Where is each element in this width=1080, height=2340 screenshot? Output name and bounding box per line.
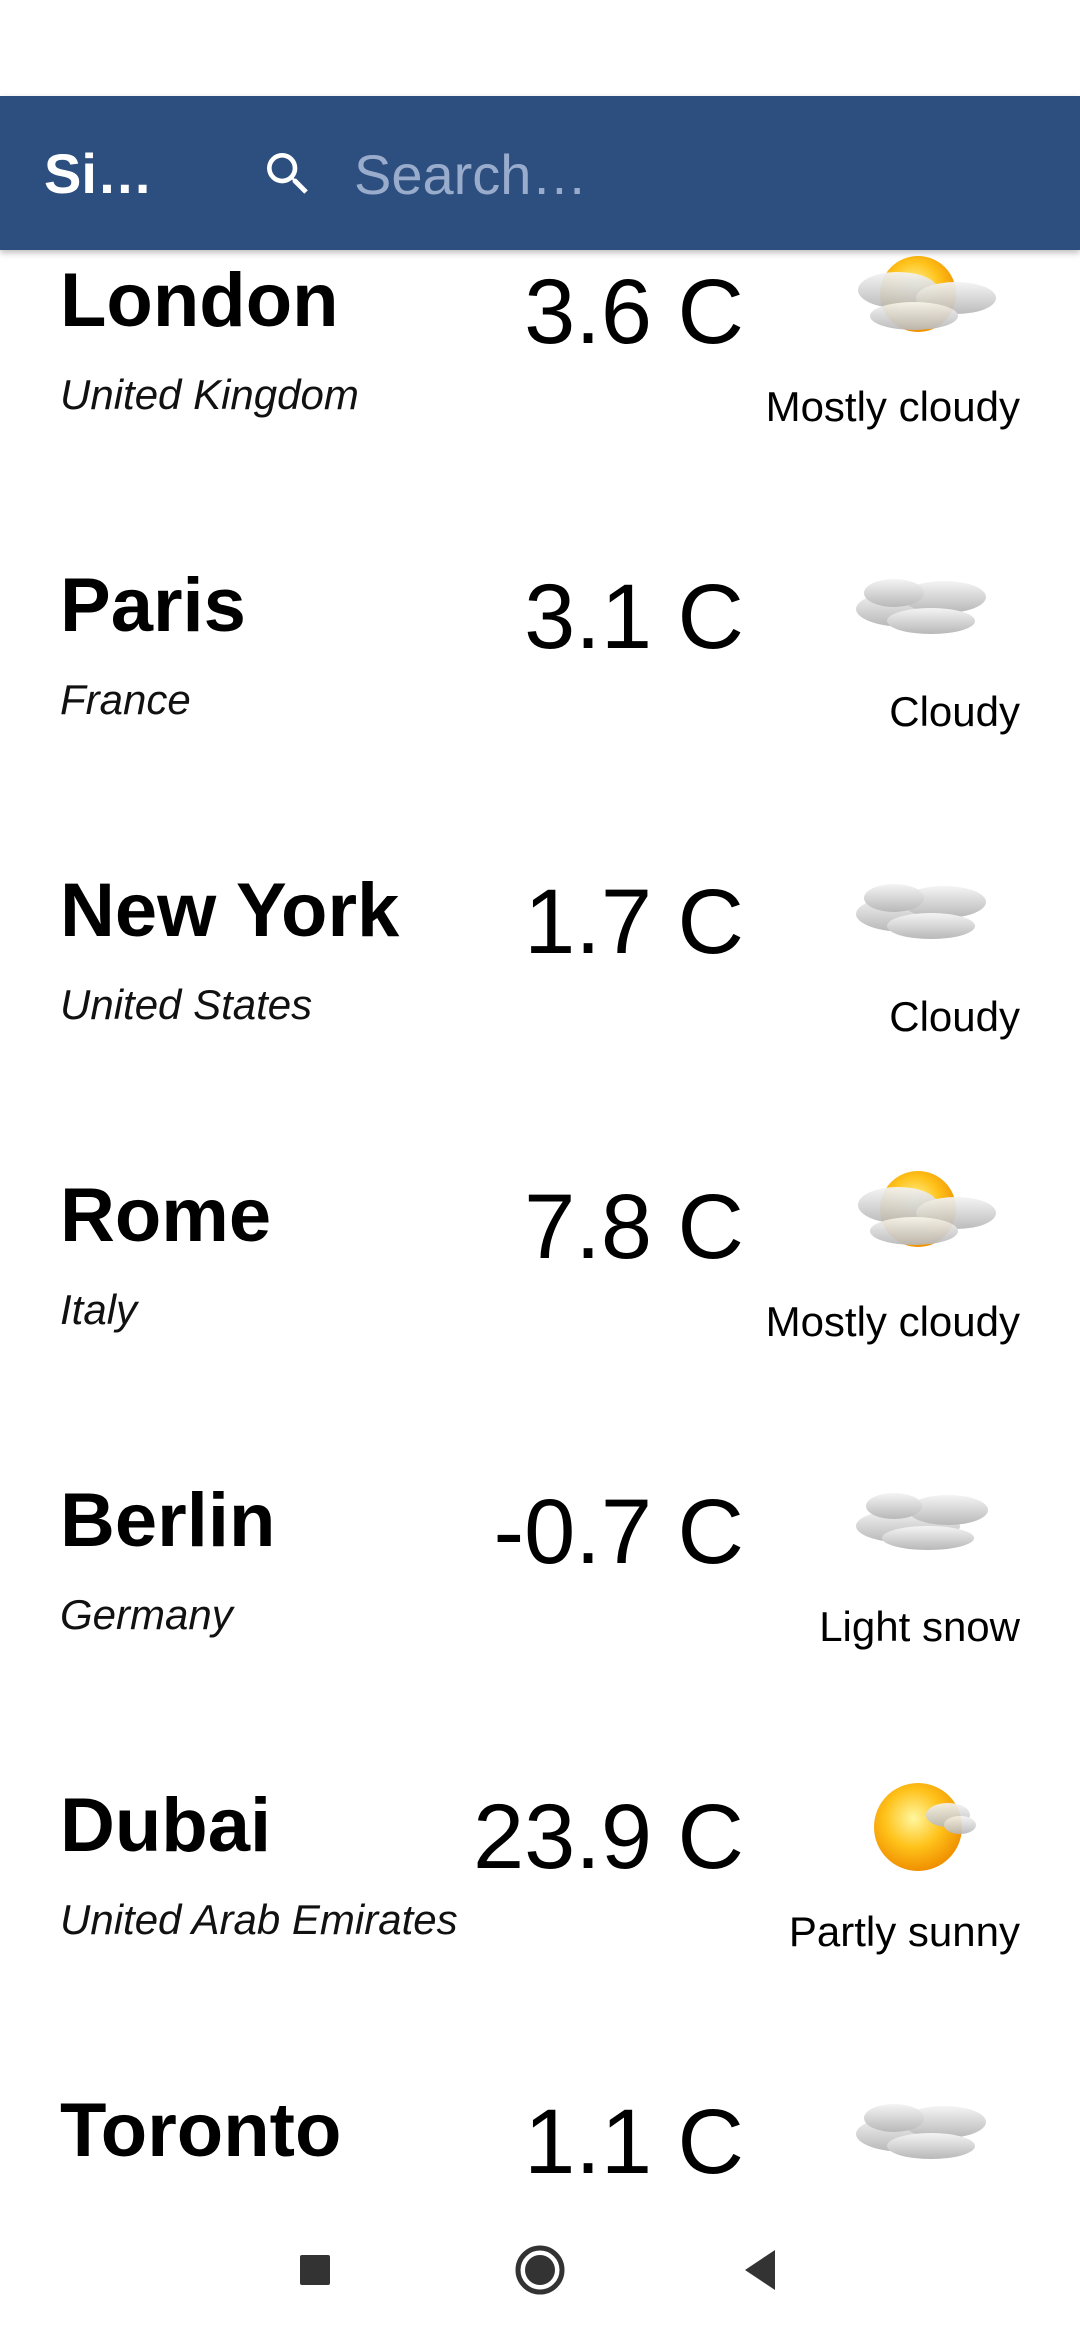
country-name: United Kingdom xyxy=(60,371,359,418)
temperature: 1.7 C xyxy=(524,871,744,973)
country-name: France xyxy=(60,676,191,723)
city-row[interactable]: London United Kingdom 3.6 C Mostly cloudy xyxy=(0,250,1080,515)
city-name: New York xyxy=(60,868,400,953)
mostly-cloudy-icon xyxy=(858,256,996,332)
city-name: Dubai xyxy=(60,1783,272,1868)
city-row[interactable]: New York United States 1.7 C Cloudy xyxy=(0,820,1080,1125)
status-bar xyxy=(0,0,1080,96)
cloudy-icon xyxy=(856,2104,986,2159)
city-list[interactable]: London United Kingdom 3.6 C Mostly cloudy Pa… xyxy=(0,250,1080,2200)
city-name: Rome xyxy=(60,1173,272,1258)
temperature: 3.1 C xyxy=(524,566,744,668)
cloudy-icon xyxy=(856,884,986,939)
app-title: Si… xyxy=(44,142,153,205)
country-name: United States xyxy=(60,981,313,1028)
weather-condition: Partly sunny xyxy=(788,1908,1020,1955)
city-row[interactable]: Dubai United Arab Emirates 23.9 C Partly su… xyxy=(0,1735,1080,2040)
city-name: Toronto xyxy=(60,2088,342,2173)
temperature: 3.6 C xyxy=(524,261,744,363)
city-name: London xyxy=(60,258,339,343)
weather-condition: Cloudy xyxy=(889,993,1020,1040)
city-name: Paris xyxy=(60,563,246,648)
temperature: -0.7 C xyxy=(493,1481,744,1583)
mostly-cloudy-icon xyxy=(858,1171,996,1247)
app-bar: Si… xyxy=(0,96,1080,250)
search-input[interactable] xyxy=(340,136,1068,212)
city-row[interactable]: Rome Italy 7.8 C Mostly cloudy xyxy=(0,1125,1080,1430)
partly-sunny-icon xyxy=(874,1783,976,1871)
back-icon[interactable] xyxy=(725,2234,797,2306)
country-name: Italy xyxy=(60,1286,138,1333)
city-row[interactable]: Toronto 1.1 C xyxy=(0,2040,1080,2200)
weather-condition: Cloudy xyxy=(889,688,1020,735)
city-row[interactable]: Berlin Germany -0.7 C Light snow xyxy=(0,1430,1080,1735)
country-name: Germany xyxy=(60,1591,233,1638)
cloudy-icon xyxy=(856,579,986,634)
search-icon[interactable] xyxy=(260,146,316,202)
city-row[interactable]: Paris France 3.1 C Cloudy xyxy=(0,515,1080,820)
navigation-bar xyxy=(0,2200,1080,2340)
weather-condition: Mostly cloudy xyxy=(765,383,1020,430)
weather-condition: Light snow xyxy=(819,1603,1020,1650)
temperature: 23.9 C xyxy=(472,1786,744,1888)
home-icon[interactable] xyxy=(504,2234,576,2306)
city-name: Berlin xyxy=(60,1478,276,1563)
temperature: 7.8 C xyxy=(524,1176,744,1278)
temperature: 1.1 C xyxy=(524,2091,744,2193)
snow-cloud-icon xyxy=(856,1493,988,1550)
recents-icon[interactable] xyxy=(279,2234,351,2306)
weather-condition: Mostly cloudy xyxy=(765,1298,1020,1345)
country-name: United Arab Emirates xyxy=(60,1896,458,1943)
